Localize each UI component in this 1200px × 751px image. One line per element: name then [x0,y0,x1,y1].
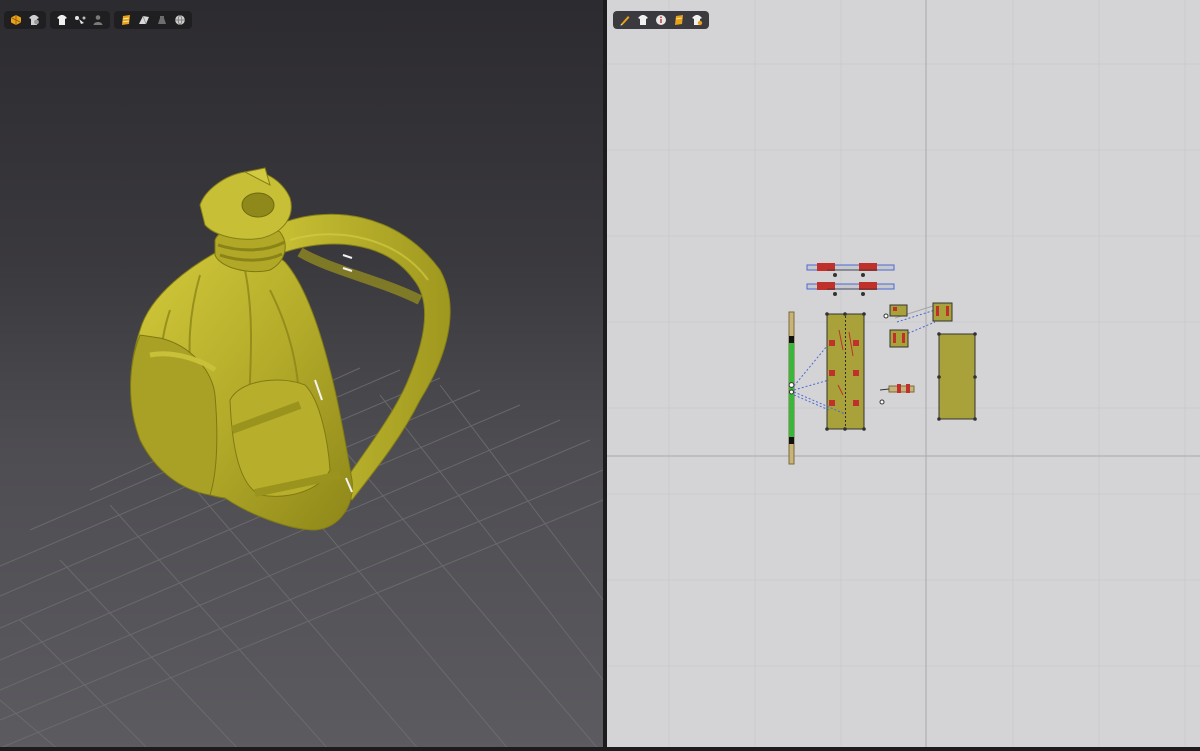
edit-pattern-icon[interactable] [617,12,633,28]
sphere-icon[interactable] [172,12,188,28]
pattern-tools-group [613,11,709,29]
garment-icon[interactable] [635,12,651,28]
2d-pattern-canvas [607,0,1200,751]
clo-3d-workspace [0,0,1200,751]
2d-viewport-toolbar [613,11,709,29]
3d-scene [0,167,603,751]
simulate-icon[interactable] [8,12,24,28]
avatar-icon[interactable] [90,12,106,28]
garment-settings-icon[interactable] [689,12,705,28]
strap-pattern-pieces [806,263,895,296]
thickness-icon[interactable] [671,12,687,28]
2d-pattern-viewport[interactable] [607,0,1200,751]
pocket-pattern-piece [937,332,977,421]
bottom-frame [0,747,1200,751]
hanger-icon[interactable] [154,12,170,28]
long-strap-piece [788,311,795,465]
render-group [114,11,192,29]
3d-viewport-toolbar [4,11,192,29]
3d-viewport[interactable] [0,0,603,751]
pattern-axes [607,0,1200,751]
garment-icon[interactable] [54,12,70,28]
display-group [50,11,110,29]
surface-icon[interactable] [136,12,152,28]
pattern-grid [607,0,1200,751]
fold-arrangement-icon[interactable] [72,12,88,28]
texture-info-icon[interactable] [653,12,669,28]
avatar-garment-icon[interactable] [26,12,42,28]
texture-icon[interactable] [118,12,134,28]
simulation-group [4,11,46,29]
body-pattern-piece [825,312,866,431]
